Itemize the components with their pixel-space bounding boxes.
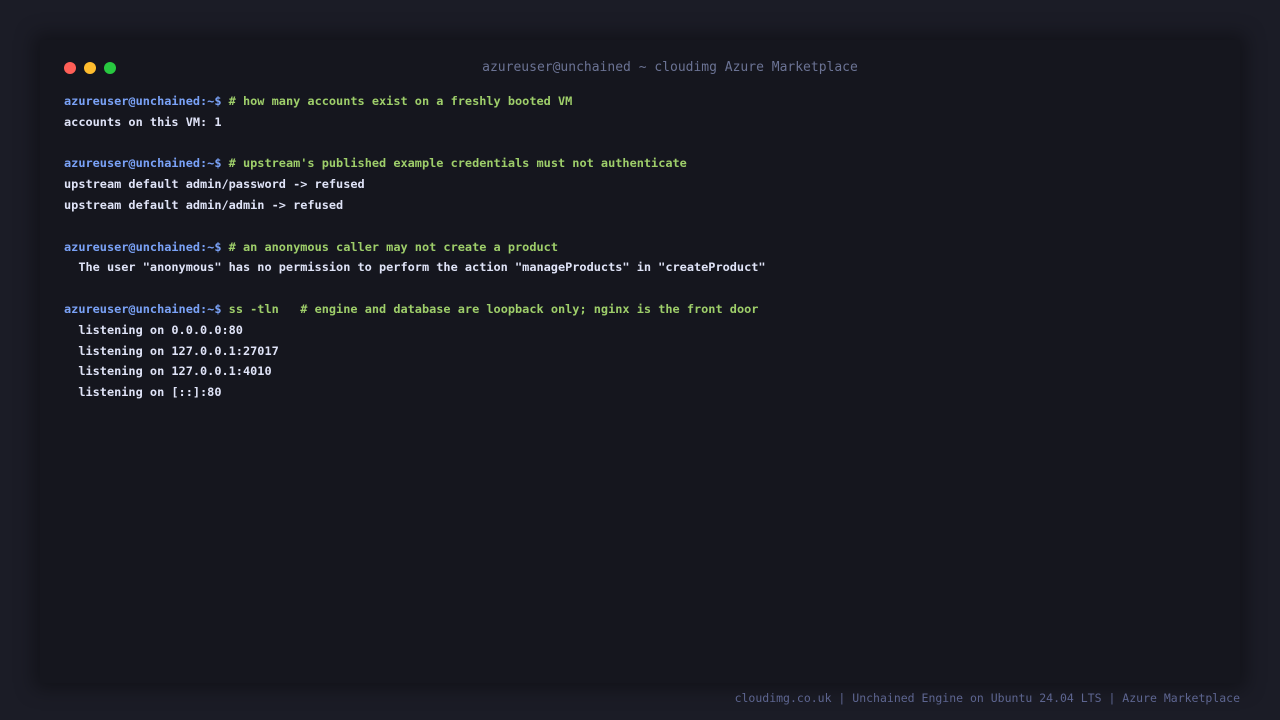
output-line: listening on 0.0.0.0:80 xyxy=(64,322,243,337)
shell-prompt: azureuser@unchained:~$ xyxy=(64,301,222,316)
command-line: azureuser@unchained:~$ # how many accoun… xyxy=(64,91,1214,112)
output-line: listening on [::]:80 xyxy=(64,385,222,400)
output-line: upstream default admin/admin -> refused xyxy=(64,197,344,212)
command-line: azureuser@unchained:~$ ss -tln # engine … xyxy=(64,299,1214,320)
command-text: ss -tln # engine and database are loopba… xyxy=(228,301,759,316)
title-bar: azureuser@unchained ~ cloudimg Azure Mar… xyxy=(40,40,1240,96)
output-line: listening on 127.0.0.1:4010 xyxy=(64,364,272,379)
output-line: accounts on this VM: 1 xyxy=(64,114,222,129)
command-text: # an anonymous caller may not create a p… xyxy=(228,239,558,254)
command-line: azureuser@unchained:~$ # upstream's publ… xyxy=(64,153,1214,174)
window-title: azureuser@unchained ~ cloudimg Azure Mar… xyxy=(482,60,858,75)
shell-prompt: azureuser@unchained:~$ xyxy=(64,239,222,254)
shell-prompt: azureuser@unchained:~$ xyxy=(64,94,222,108)
output-line: listening on 127.0.0.1:27017 xyxy=(64,343,279,358)
terminal-output[interactable]: azureuser@unchained:~$ # how many accoun… xyxy=(64,91,1214,403)
terminal-window: azureuser@unchained ~ cloudimg Azure Mar… xyxy=(40,40,1240,683)
output-line: The user "anonymous" has no permission t… xyxy=(64,260,766,275)
command-text: # how many accounts exist on a freshly b… xyxy=(228,94,573,108)
output-line: upstream default admin/password -> refus… xyxy=(64,177,365,192)
footer-text: cloudimg.co.uk | Unchained Engine on Ubu… xyxy=(734,691,1240,705)
command-text: # upstream's published example credentia… xyxy=(228,156,687,171)
shell-prompt: azureuser@unchained:~$ xyxy=(64,156,222,171)
command-line: azureuser@unchained:~$ # an anonymous ca… xyxy=(64,237,1214,258)
